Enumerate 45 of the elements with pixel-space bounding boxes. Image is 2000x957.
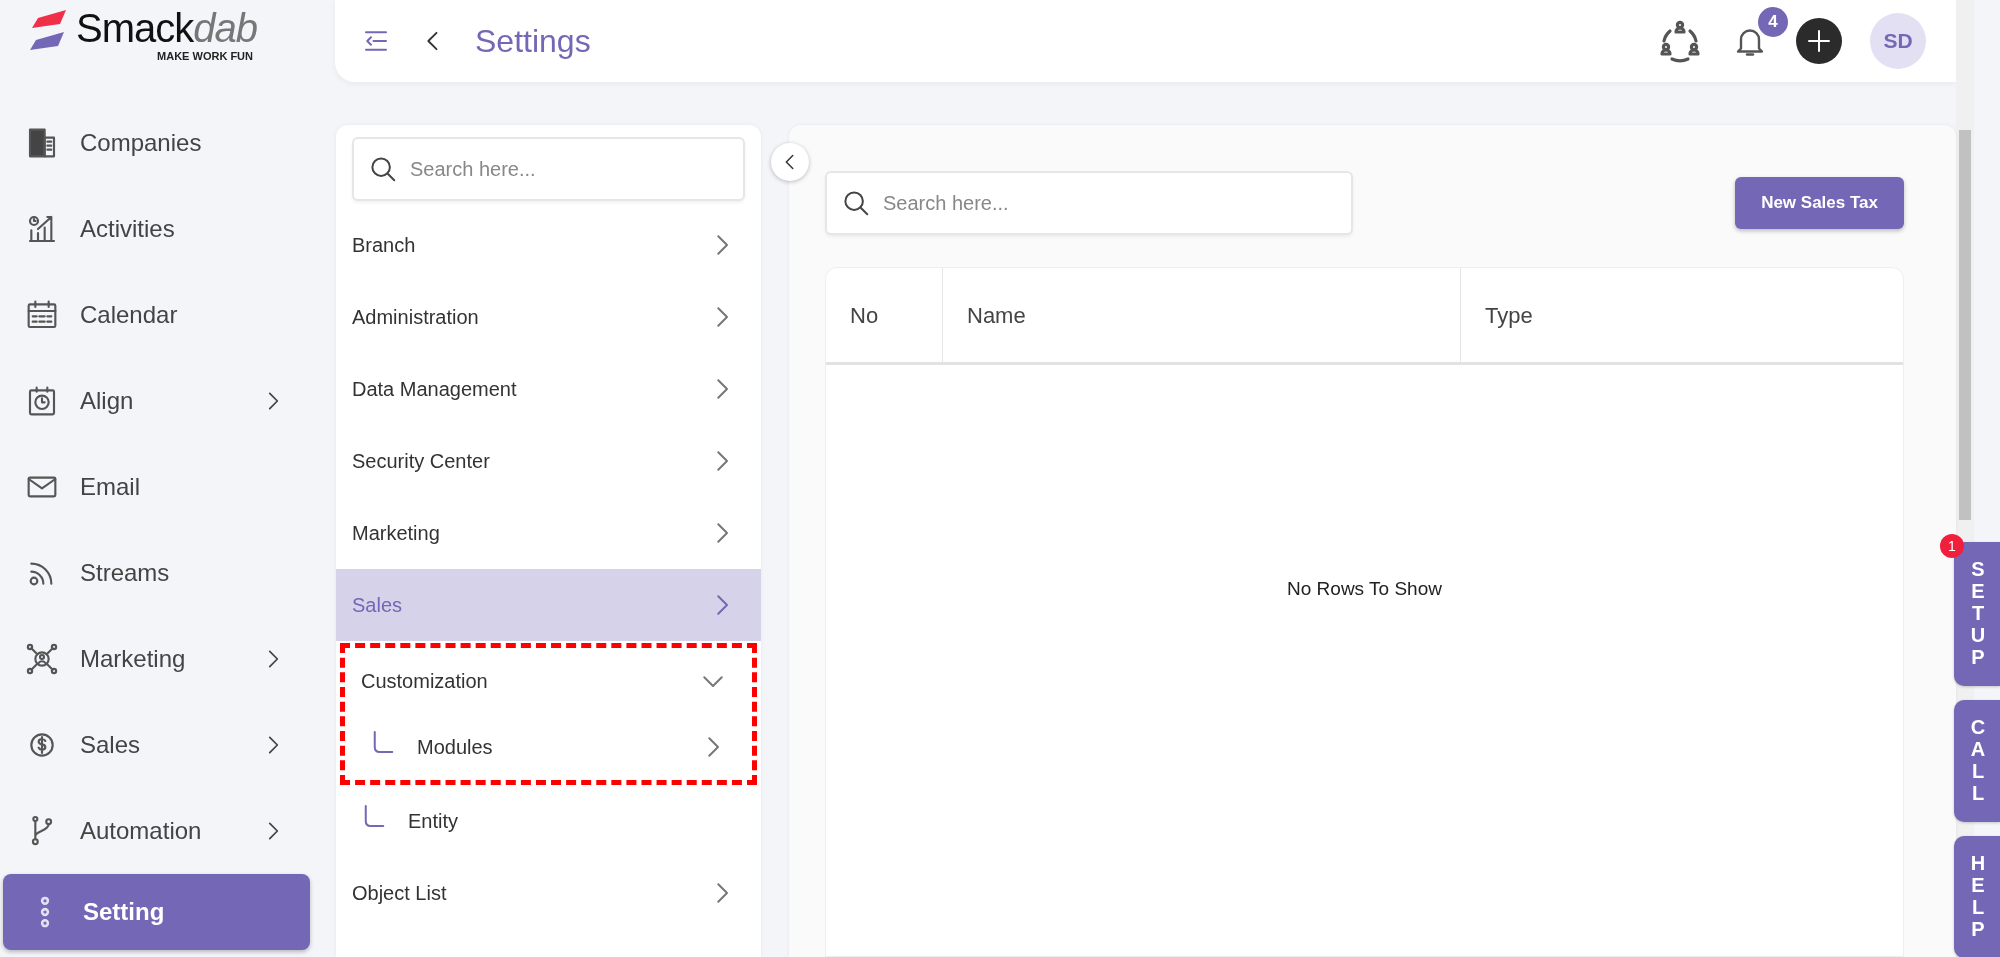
logo-tagline: MAKE WORK FUN	[157, 49, 253, 64]
scrollbar-thumb[interactable]	[1959, 130, 1971, 520]
chart-icon	[26, 213, 58, 245]
settings-menu-item[interactable]: Data Management	[336, 353, 761, 425]
sidebar-item[interactable]: Marketing	[0, 616, 310, 702]
side-tab[interactable]: CALL	[1954, 700, 2000, 822]
sidebar-item[interactable]: Align	[0, 358, 310, 444]
search-icon	[841, 188, 871, 218]
logo-wordmark: Smackdab	[76, 8, 257, 48]
settings-menu-item[interactable]: Object List	[336, 857, 761, 929]
settings-menu-item[interactable]: Marketing	[336, 497, 761, 569]
settings-menu-item[interactable]: Branch	[336, 209, 761, 281]
column-header[interactable]: Name	[943, 268, 1461, 362]
search-field[interactable]: Search here...	[352, 137, 745, 201]
settings-menu-item[interactable]: Customization	[345, 648, 752, 714]
settings-menu-item[interactable]: Administration	[336, 281, 761, 353]
sidebar-item[interactable]: Streams	[0, 530, 310, 616]
sidebar-item[interactable]: Email	[0, 444, 310, 530]
sidebar-item[interactable]: Companies	[0, 100, 310, 186]
settings-menu-item[interactable]: Security Center	[336, 425, 761, 497]
add-button[interactable]	[1796, 18, 1842, 64]
sidebar-item[interactable]: Sales	[0, 702, 310, 788]
logo-mark-icon	[30, 8, 68, 52]
empty-message: No Rows To Show	[1287, 577, 1442, 601]
settings-submenu-item[interactable]: Entity	[336, 785, 761, 857]
user-avatar[interactable]: SD	[1870, 13, 1926, 69]
sidebar-item[interactable]: Setting	[3, 874, 310, 950]
sidebar-item[interactable]: Automation	[0, 788, 310, 874]
dots-icon	[40, 896, 50, 928]
side-tab[interactable]: HELP	[1954, 836, 2000, 957]
search-icon	[368, 154, 398, 184]
page-title: Settings	[475, 22, 592, 61]
building-icon	[26, 127, 58, 159]
sidebar-item[interactable]: Calendar	[0, 272, 310, 358]
notification-count: 4	[1758, 7, 1788, 37]
settings-submenu-item[interactable]: Modules	[345, 714, 752, 780]
network-icon	[26, 643, 58, 675]
column-header[interactable]: Type	[1461, 268, 1903, 362]
side-tab[interactable]: SETUP	[1954, 542, 2000, 686]
column-header[interactable]: No	[826, 268, 943, 362]
new-sales-tax-button[interactable]: New Sales Tax	[1735, 177, 1904, 229]
sidebar-item[interactable]: Activities	[0, 186, 310, 272]
calendar-icon	[26, 299, 58, 331]
search-field[interactable]: Search here...	[825, 171, 1353, 235]
clock-icon	[26, 385, 58, 417]
